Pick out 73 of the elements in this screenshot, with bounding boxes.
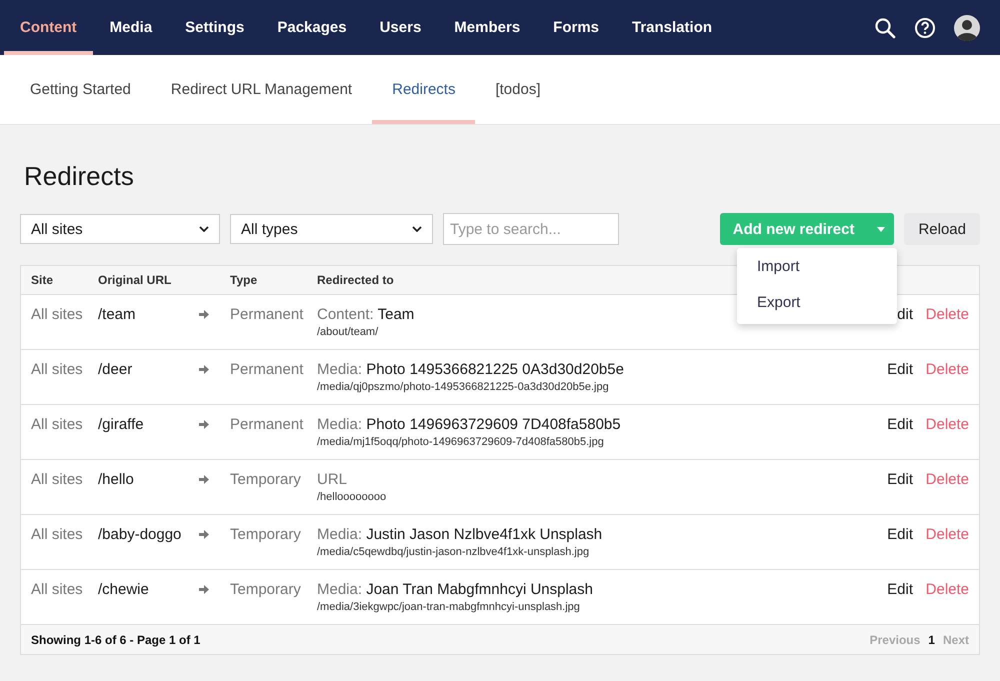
caret-icon [876,226,885,232]
original-url-cell: /team [98,306,136,323]
column-header: Original URL [98,273,172,287]
target-path: /media/c5qewdbq/justin-jason-nzlbve4f1xk-unsplash.jpg [317,546,590,558]
nav-section[interactable]: Packages [261,0,363,55]
site-cell: All sites [31,471,83,488]
search-field[interactable]: Type to search... [443,213,619,245]
original-url-cell: /deer [98,361,132,378]
target-title: URL [317,471,348,488]
sub-tab[interactable]: Redirects [372,55,476,124]
type-select[interactable]: All types [230,214,433,244]
site-select[interactable]: All sites [20,214,220,244]
target-path: /media/mj1f5oqq/photo-1496963729609-7d408fa580b5.jpg [317,436,605,448]
arrow-right-icon [199,585,209,594]
type-cell: Permanent [230,416,304,433]
column-header: Redirected to [317,273,394,287]
arrow-right-icon [199,365,209,374]
search-icon[interactable] [874,16,896,38]
site-cell: All sites [31,306,83,323]
column-header: Type [230,273,258,287]
avatar-icon[interactable] [954,14,980,40]
reload-button[interactable]: Reload [904,213,980,245]
sub-tab[interactable]: Getting Started [10,55,151,124]
type-cell: Temporary [230,526,301,543]
arrow-right-icon [199,420,209,429]
type-cell: Temporary [230,471,301,488]
nav-section[interactable]: Members [438,0,536,55]
nav-section[interactable]: Forms [537,0,615,55]
edit-link[interactable]: dit [897,306,913,323]
edit-link[interactable]: Edit [887,416,913,433]
original-url-cell: /baby-doggo [98,526,182,543]
menu-item[interactable]: Import [737,250,897,286]
edit-link[interactable]: Edit [887,581,913,598]
arrow-right-icon [199,310,209,319]
site-cell: All sites [31,361,83,378]
column-header: Site [31,273,54,287]
nav-section[interactable]: Content [4,0,93,55]
arrow-right-icon [199,530,209,539]
menu-item[interactable]: Export [737,286,897,322]
target-path: /media/3iekgwpc/joan-tran-mabgfmnhcyi-unsplash.jpg [317,601,581,613]
target-path: /about/team/ [317,326,380,338]
target-title: Media: Justin Jason Nzlbve4f1xk Unsplash [317,526,602,543]
page-link[interactable]: 1 [928,632,935,646]
original-url-cell: /chewie [98,581,149,598]
sub-tab[interactable]: [todos] [475,55,560,124]
nav-section[interactable]: Users [364,0,438,55]
type-cell: Permanent [230,361,304,378]
target-title: Media: Photo 1495366821225 0A3d30d20b5e [317,361,624,378]
page-title: Redirects [24,161,135,193]
pagination-summary: Showing 1-6 of 6 - Page 1 of 1 [31,632,200,646]
sub-tab[interactable]: Redirect URL Management [150,55,372,124]
site-cell: All sites [31,526,83,543]
target-title: Content: Team [317,306,414,323]
caret-icon [412,226,422,232]
target-path: /media/qj0pszmo/photo-1495366821225-0a3d30d20b5e.jpg [317,381,610,393]
target-path: /helloooooooo [317,491,386,503]
caret-icon [199,226,209,232]
site-cell: All sites [31,416,83,433]
edit-link[interactable]: Edit [887,361,913,378]
target-title: Media: Photo 1496963729609 7D408fa580b5 [317,416,621,433]
target-title: Media: Joan Tran Mabgfmnhcyi Unsplash [317,581,593,598]
help-icon[interactable] [914,16,936,38]
edit-link[interactable]: Edit [887,526,913,543]
edit-link[interactable]: Edit [887,471,913,488]
nav-section[interactable]: Settings [169,0,260,55]
type-cell: Temporary [230,581,301,598]
type-cell: Permanent [230,306,304,323]
original-url-cell: /hello [98,471,134,488]
arrow-right-icon [199,475,209,484]
nav-section[interactable]: Translation [616,0,728,55]
site-cell: All sites [31,581,83,598]
nav-section[interactable]: Media [94,0,168,55]
original-url-cell: /giraffe [98,416,144,433]
